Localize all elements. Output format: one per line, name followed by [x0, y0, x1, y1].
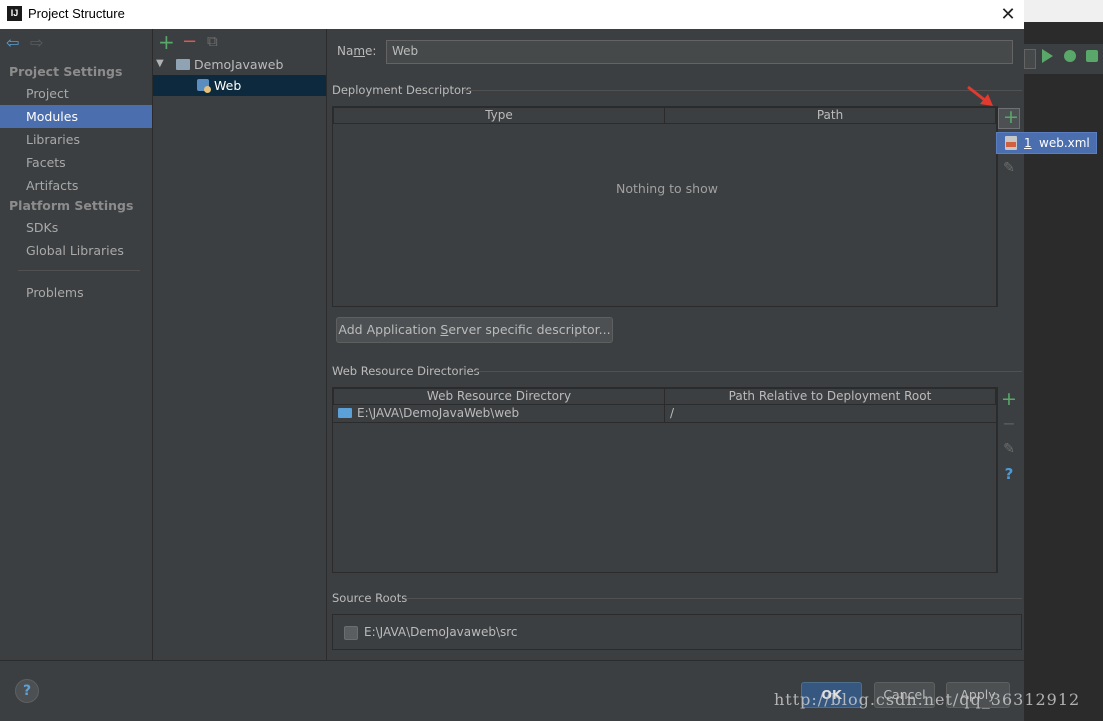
tree-item-web[interactable]: Web [214, 78, 241, 93]
web-resource-divider [473, 371, 1022, 372]
popup-item-label: web.xml [1039, 136, 1090, 150]
module-tree-panel [153, 29, 327, 660]
nav-item-artifacts[interactable]: Artifacts [26, 178, 78, 193]
web-resource-directories-title: Web Resource Directories [332, 364, 480, 378]
project-settings-header: Project Settings [9, 64, 123, 79]
ide-editor-area [1024, 74, 1103, 720]
dialog-title: Project Structure [28, 6, 125, 21]
source-root-label: E:\JAVA\DemoJavaweb\src [364, 625, 518, 639]
name-label: Name: [337, 44, 377, 58]
nav-item-modules[interactable]: Modules [26, 109, 78, 124]
add-web-resource-icon[interactable]: + [999, 388, 1019, 410]
popup-item-number: 1 [1024, 136, 1032, 150]
intellij-icon: IJ [7, 6, 22, 21]
platform-settings-header: Platform Settings [9, 198, 134, 213]
edit-web-resource-icon[interactable]: ✎ [999, 441, 1019, 457]
help-button[interactable]: ? [15, 679, 39, 703]
column-header-path[interactable]: Path [664, 107, 996, 124]
column-header-web-resource-directory[interactable]: Web Resource Directory [333, 388, 665, 405]
deployment-descriptors-table: Type Path Nothing to show [332, 106, 997, 307]
web-resource-dir-cell: E:\JAVA\DemoJavaWeb\web [357, 406, 520, 420]
red-arrow-annotation-icon [966, 84, 996, 108]
nav-item-facets[interactable]: Facets [26, 155, 66, 170]
nav-item-project[interactable]: Project [26, 86, 69, 101]
name-field[interactable]: Web [386, 40, 1013, 64]
help-web-resource-icon[interactable]: ? [999, 465, 1019, 483]
nav-divider [18, 270, 140, 271]
debug-icon[interactable] [1064, 50, 1076, 62]
tree-expand-icon[interactable]: ▼ [156, 58, 164, 69]
plus-icon: + [1003, 106, 1019, 128]
relative-path-cell: / [670, 406, 675, 420]
table-row[interactable]: E:\JAVA\DemoJavaWeb\web / [333, 405, 996, 423]
help-icon: ? [22, 683, 32, 699]
column-header-type[interactable]: Type [333, 107, 665, 124]
run-config-dropdown[interactable] [1024, 49, 1036, 69]
folder-icon [338, 408, 352, 418]
source-roots-title: Source Roots [332, 591, 408, 605]
tree-root-demojavaweb[interactable]: DemoJavaweb [194, 57, 283, 72]
column-header-path-relative[interactable]: Path Relative to Deployment Root [664, 388, 996, 405]
remove-module-icon[interactable]: − [182, 31, 197, 52]
add-descriptor-button[interactable]: + [998, 106, 1020, 129]
web-facet-icon [197, 79, 211, 93]
xml-file-icon [1005, 136, 1017, 150]
empty-table-text: Nothing to show [616, 181, 718, 196]
web-resource-table: Web Resource Directory Path Relative to … [332, 387, 997, 573]
remove-web-resource-icon[interactable]: − [999, 414, 1019, 433]
watermark-text: http://blog.csdn.net/qq_36312912 [774, 690, 1081, 709]
source-roots-divider [406, 598, 1022, 599]
nav-item-libraries[interactable]: Libraries [26, 132, 80, 147]
nav-item-sdks[interactable]: SDKs [26, 220, 58, 235]
dialog-title-bar: IJ Project Structure ✕ [0, 0, 1024, 29]
edit-descriptor-icon[interactable]: ✎ [999, 160, 1019, 176]
coverage-icon[interactable] [1086, 50, 1098, 62]
run-icon[interactable] [1042, 49, 1053, 63]
descriptor-popup-item-web-xml[interactable]: 1 web.xml [996, 132, 1097, 154]
deployment-descriptors-title: Deployment Descriptors [332, 83, 472, 97]
ide-toolbar [1024, 44, 1103, 74]
nav-item-global-libraries[interactable]: Global Libraries [26, 243, 124, 258]
ide-top-strip [1024, 0, 1103, 22]
nav-item-problems[interactable]: Problems [26, 285, 84, 300]
cell-divider [664, 405, 665, 422]
folder-icon [176, 59, 190, 70]
add-server-descriptor-button[interactable]: Add Application Server specific descript… [336, 317, 613, 343]
back-arrow-icon[interactable]: ⇦ [6, 33, 19, 52]
deployment-descriptors-divider [463, 90, 1022, 91]
add-module-icon[interactable]: + [158, 30, 175, 54]
forward-arrow-icon[interactable]: ⇨ [30, 33, 43, 52]
source-root-checkbox[interactable] [344, 626, 358, 640]
close-icon[interactable]: ✕ [996, 2, 1020, 26]
copy-module-icon[interactable]: ⧉ [207, 32, 218, 50]
